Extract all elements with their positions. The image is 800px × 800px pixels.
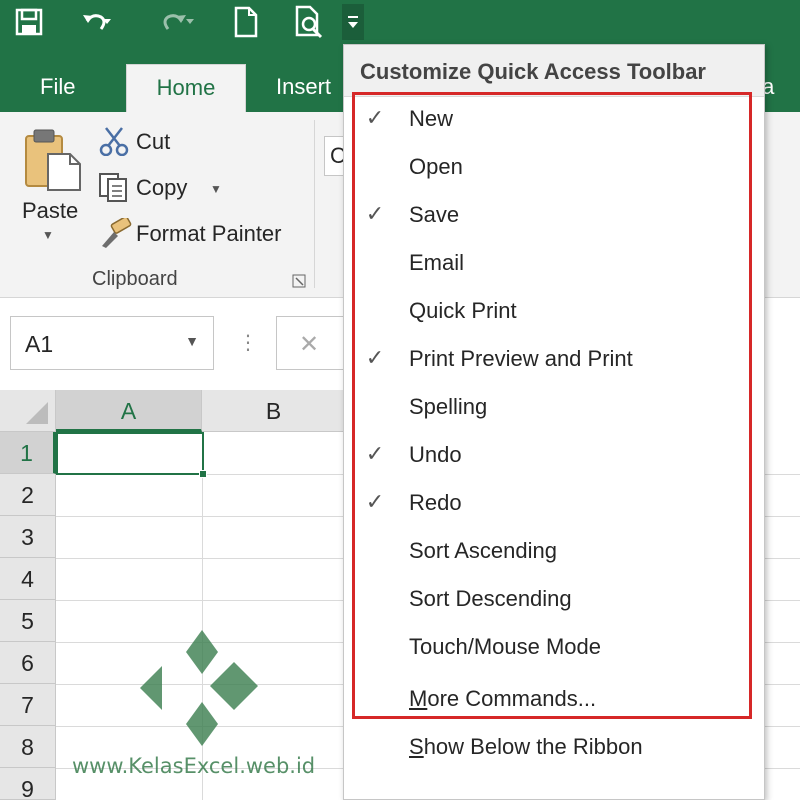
copy-button[interactable] <box>98 172 130 207</box>
copy-label[interactable]: Copy <box>136 175 187 201</box>
menu-item-more-commands[interactable]: More Commands... <box>344 675 764 723</box>
checkmark-icon: ✓ <box>365 489 385 514</box>
menu-item-touch-mouse-mode[interactable]: Touch/Mouse Mode <box>355 623 749 671</box>
row-header-9[interactable]: 9 <box>0 768 56 800</box>
row-header-5[interactable]: 5 <box>0 600 56 642</box>
menu-item-spelling[interactable]: Spelling <box>355 383 749 431</box>
scissors-icon <box>99 127 129 157</box>
menu-item-quick-print[interactable]: Quick Print <box>355 287 749 335</box>
menu-title: Customize Quick Access Toolbar <box>360 59 706 84</box>
active-cell-a1[interactable] <box>56 432 207 478</box>
name-box-dropdown-icon[interactable]: ▼ <box>185 333 199 349</box>
menu-item-show-below-ribbon[interactable]: Show Below the Ribbon <box>344 723 764 771</box>
customize-toolbar-dropdown[interactable] <box>342 4 364 40</box>
customize-toolbar-dropdown-icon <box>348 16 358 28</box>
clipboard-group-label: Clipboard <box>92 268 178 290</box>
highlighted-command-list: ✓ New Open ✓ Save Email Quick Print ✓ Pr… <box>352 92 752 719</box>
clipboard-launcher-icon[interactable] <box>292 274 306 293</box>
cut-label[interactable]: Cut <box>136 129 170 155</box>
row-header-1[interactable]: 1 <box>0 432 56 474</box>
title-bar <box>0 0 800 44</box>
save-icon <box>15 8 43 36</box>
fill-handle[interactable] <box>199 470 207 478</box>
tab-file[interactable]: File <box>20 64 95 112</box>
row-header-6[interactable]: 6 <box>0 642 56 684</box>
row-header-8[interactable]: 8 <box>0 726 56 768</box>
cancel-icon[interactable]: ✕ <box>299 330 319 359</box>
menu-item-sort-ascending[interactable]: Sort Ascending <box>355 527 749 575</box>
copy-icon <box>99 173 127 202</box>
paste-label: Paste <box>22 198 79 223</box>
row-header-2[interactable]: 2 <box>0 474 56 516</box>
save-button[interactable] <box>10 4 48 40</box>
paste-button[interactable] <box>22 128 84 197</box>
format-painter-button[interactable] <box>98 216 132 253</box>
menu-item-new[interactable]: ✓ New <box>355 95 749 143</box>
menu-item-sort-descending[interactable]: Sort Descending <box>355 575 749 623</box>
menu-item-print-preview[interactable]: ✓ Print Preview and Print <box>355 335 749 383</box>
copy-dropdown-icon[interactable]: ▼ <box>210 182 222 196</box>
customize-qat-menu: Customize Quick Access Toolbar ✓ New Ope… <box>343 44 765 800</box>
watermark-logo <box>140 628 260 753</box>
formula-bar-dots-icon[interactable]: ⋮ <box>238 330 258 355</box>
cut-button[interactable] <box>98 126 130 161</box>
paste-icon <box>25 129 81 191</box>
column-header-a[interactable]: A <box>56 390 202 432</box>
checkmark-icon: ✓ <box>365 201 385 226</box>
menu-item-undo[interactable]: ✓ Undo <box>355 431 749 479</box>
group-separator <box>314 120 315 288</box>
select-all-corner[interactable] <box>0 390 56 432</box>
watermark-text: www.KelasExcel.web.id <box>72 754 316 778</box>
redo-icon <box>163 14 194 30</box>
column-header-b[interactable]: B <box>202 390 346 432</box>
checkmark-icon: ✓ <box>365 105 385 130</box>
menu-item-email[interactable]: Email <box>355 239 749 287</box>
menu-header: Customize Quick Access Toolbar <box>344 45 764 97</box>
checkmark-icon: ✓ <box>365 345 385 370</box>
row-header-7[interactable]: 7 <box>0 684 56 726</box>
new-document-icon <box>234 6 258 38</box>
menu-item-redo[interactable]: ✓ Redo <box>355 479 749 527</box>
paste-dropdown-icon[interactable]: ▼ <box>42 228 54 242</box>
tab-home[interactable]: Home <box>126 64 246 112</box>
checkmark-icon: ✓ <box>365 441 385 466</box>
undo-icon <box>83 14 111 30</box>
tab-insert[interactable]: Insert <box>256 64 351 112</box>
row-header-4[interactable]: 4 <box>0 558 56 600</box>
name-box-value: A1 <box>25 331 54 357</box>
new-document-button[interactable] <box>228 4 264 40</box>
row-header-3[interactable]: 3 <box>0 516 56 558</box>
menu-item-open[interactable]: Open <box>355 143 749 191</box>
redo-button[interactable] <box>148 4 208 40</box>
menu-item-save[interactable]: ✓ Save <box>355 191 749 239</box>
print-preview-icon <box>295 5 323 39</box>
print-preview-button[interactable] <box>290 4 330 40</box>
name-box[interactable]: A1 ▼ <box>10 316 214 370</box>
format-painter-label[interactable]: Format Painter <box>136 221 282 247</box>
format-painter-icon <box>102 216 132 248</box>
undo-button[interactable] <box>66 4 128 40</box>
